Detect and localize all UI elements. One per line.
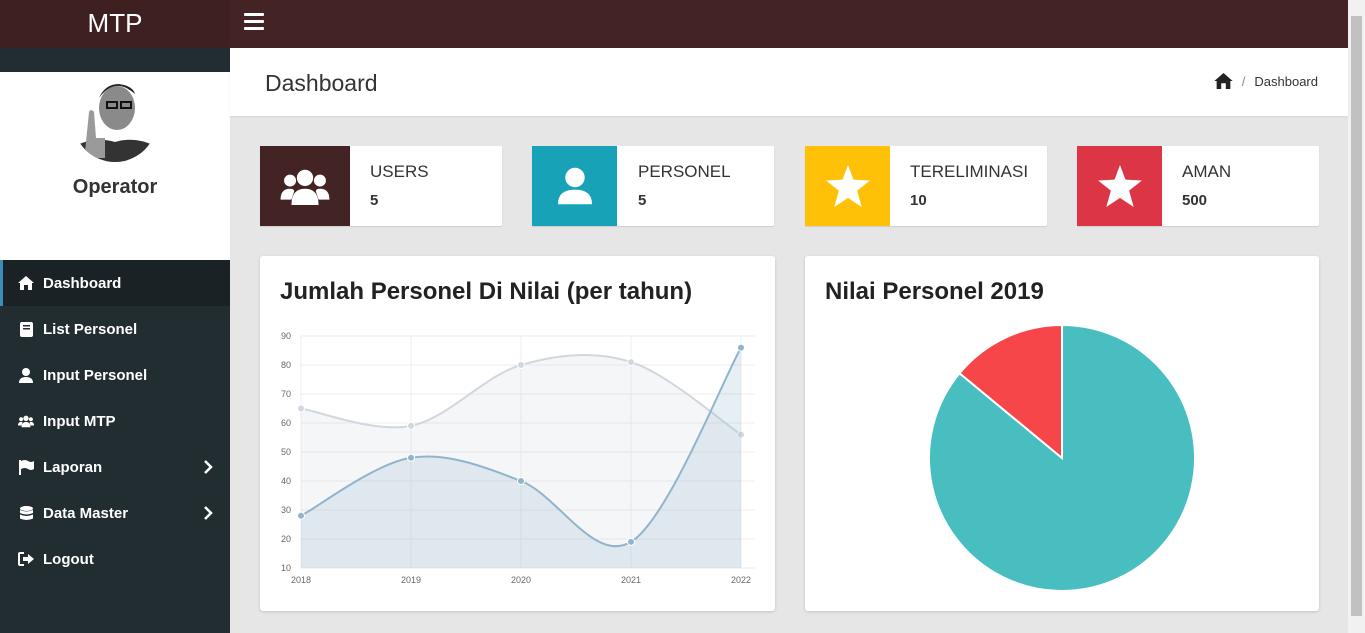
sidebar-item-label: Data Master (43, 504, 129, 522)
pie-chart-panel: Nilai Personel 2019 (805, 256, 1319, 611)
y-tick-label: 30 (281, 505, 291, 515)
users-icon (18, 413, 34, 429)
line-chart-panel: Jumlah Personel Di Nilai (per tahun) 10 2… (260, 256, 775, 611)
x-tick-label: 2021 (621, 575, 641, 585)
info-box-users: USERS 5 (260, 146, 502, 226)
sidebar-item-label: Input Personel (43, 366, 148, 384)
sidebar-item-label: Dashboard (43, 274, 122, 292)
data-point (517, 361, 525, 369)
y-tick-label: 60 (281, 418, 291, 428)
sidebar-item-logout[interactable]: Logout (0, 536, 230, 582)
chevron-right-icon (204, 460, 213, 474)
top-navbar (230, 0, 1348, 48)
info-box-aman: AMAN 500 (1077, 146, 1319, 226)
y-tick-label: 40 (281, 476, 291, 486)
data-point (737, 343, 745, 352)
sign-out-icon (18, 551, 34, 567)
info-box-label: TERELIMINASI (910, 162, 1029, 181)
info-box-value: 5 (370, 192, 379, 209)
chevron-right-icon (204, 506, 213, 520)
data-point (297, 511, 305, 520)
sidebar-item-label: Input MTP (43, 412, 116, 430)
book-icon (18, 321, 34, 337)
scrollbar[interactable] (1348, 0, 1365, 633)
x-tick-label: 2019 (401, 575, 421, 585)
star-icon (805, 146, 890, 226)
database-icon (18, 505, 34, 521)
star-icon (1077, 146, 1162, 226)
user-icon (18, 367, 34, 383)
page-title: Dashboard (265, 70, 378, 96)
x-tick-label: 2020 (511, 575, 531, 585)
avatar (75, 78, 155, 162)
y-tick-label: 80 (281, 360, 291, 370)
info-box-value: 5 (638, 192, 647, 209)
y-tick-label: 90 (281, 331, 291, 341)
brand-logo[interactable]: MTP (0, 0, 230, 48)
data-point (627, 358, 635, 367)
y-tick-label: 20 (281, 534, 291, 544)
sidebar-item-label: Logout (43, 550, 94, 568)
menu-toggle-icon[interactable] (244, 13, 264, 31)
info-box-value: 500 (1182, 192, 1208, 209)
user-panel: Operator (0, 72, 230, 260)
sidebar-menu: Dashboard List Personel Input Personel I… (0, 260, 230, 582)
y-tick-label: 10 (281, 563, 291, 573)
info-box-label: AMAN (1182, 162, 1232, 181)
data-point (297, 404, 305, 413)
y-tick-label: 70 (281, 389, 291, 399)
sidebar: MTP Operator Dashboard List Personel Inp… (0, 0, 230, 633)
y-tick-label: 50 (281, 447, 291, 457)
home-icon[interactable] (1214, 73, 1233, 89)
users-icon (260, 146, 350, 226)
data-point (407, 453, 415, 462)
sidebar-item-label: List Personel (43, 320, 138, 338)
line-chart: 10 20 30 40 50 60 70 80 90 2018 2019 2020 2021 2022 (281, 331, 755, 585)
sidebar-item-input-personel[interactable]: Input Personel (0, 352, 230, 398)
data-point (627, 537, 635, 546)
info-box-label: PERSONEL (638, 162, 731, 181)
sidebar-item-dashboard[interactable]: Dashboard (0, 260, 230, 306)
info-box-personel: PERSONEL 5 (532, 146, 774, 226)
x-tick-label: 2022 (731, 575, 751, 585)
breadcrumb-current: Dashboard (1254, 73, 1318, 89)
info-box-value: 10 (910, 192, 927, 209)
sidebar-item-label: Laporan (43, 458, 103, 476)
sidebar-item-input-mtp[interactable]: Input MTP (0, 398, 230, 444)
sidebar-item-laporan[interactable]: Laporan (0, 444, 230, 490)
breadcrumb-separator: / (1241, 73, 1246, 89)
data-point (407, 421, 415, 430)
info-box-tereliminasi: TERELIMINASI 10 (805, 146, 1047, 226)
sidebar-item-list-personel[interactable]: List Personel (0, 306, 230, 352)
breadcrumb: / Dashboard (1214, 73, 1318, 89)
x-tick-label: 2018 (291, 575, 311, 585)
content-header: Dashboard / Dashboard (230, 48, 1348, 116)
user-name: Operator (72, 176, 158, 198)
sidebar-item-data-master[interactable]: Data Master (0, 490, 230, 536)
data-point (517, 477, 525, 485)
pie-chart (928, 323, 1196, 592)
home-icon (18, 275, 34, 291)
info-box-label: USERS (370, 162, 429, 181)
flag-icon (18, 459, 34, 475)
scrollbar-thumb[interactable] (1351, 16, 1362, 616)
user-icon (532, 146, 617, 226)
